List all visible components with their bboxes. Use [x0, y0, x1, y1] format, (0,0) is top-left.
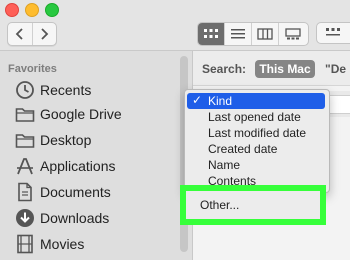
sidebar-item-label: Documents [40, 184, 111, 200]
highlighted-other-option: Other... [180, 185, 326, 225]
sidebar-item-label: Applications [40, 158, 116, 174]
clock-icon [14, 80, 36, 100]
gallery-view-button[interactable] [279, 23, 306, 45]
group-by-button[interactable] [316, 22, 350, 44]
icon-view-icon [204, 29, 218, 38]
checkmark-icon: ✓ [192, 93, 203, 107]
menu-item-label: Created date [208, 142, 278, 156]
chevron-left-icon [15, 28, 23, 40]
menu-item-label: Last opened date [208, 110, 301, 124]
sidebar-item-documents[interactable]: Documents [0, 180, 182, 204]
navigation-buttons [7, 22, 57, 46]
menu-item-name[interactable]: Name [187, 157, 325, 173]
menu-item-label: Last modified date [208, 126, 307, 140]
this-mac-scope-button[interactable]: This Mac [255, 60, 315, 78]
sidebar: Favorites Recents Google Drive Desktop A… [0, 51, 193, 260]
folder-scope-button[interactable]: "De [325, 62, 346, 76]
sidebar-item-recents[interactable]: Recents [0, 78, 182, 102]
close-window-button[interactable] [5, 3, 19, 17]
sidebar-item-label: Movies [40, 236, 85, 252]
sidebar-item-downloads[interactable]: Downloads [0, 206, 182, 230]
document-icon [14, 182, 36, 202]
icon-view-button[interactable] [198, 23, 225, 45]
folder-icon [14, 130, 36, 150]
group-by-icon [326, 28, 340, 36]
search-scope-label: Search: [202, 62, 247, 76]
chevron-right-icon [41, 28, 49, 40]
sidebar-item-movies[interactable]: Movies [0, 232, 182, 256]
sidebar-item-desktop[interactable]: Desktop [0, 128, 182, 152]
menu-item-label: Name [208, 158, 241, 172]
sidebar-item-label: Google Drive [40, 106, 122, 122]
sidebar-item-label: Recents [40, 82, 92, 98]
forward-button[interactable] [32, 23, 56, 45]
applications-icon [14, 156, 36, 176]
menu-item-other[interactable]: Other... [200, 198, 239, 212]
gallery-view-icon [284, 28, 301, 40]
view-mode-control [197, 22, 309, 46]
sidebar-item-google-drive[interactable]: Google Drive [0, 102, 182, 126]
sidebar-item-label: Desktop [40, 132, 92, 148]
menu-item-last-modified-date[interactable]: Last modified date [187, 125, 325, 141]
column-view-button[interactable] [252, 23, 279, 45]
minimize-window-button[interactable] [25, 3, 39, 17]
zoom-window-button[interactable] [45, 3, 59, 17]
list-view-button[interactable] [225, 23, 252, 45]
menu-item-kind[interactable]: ✓ Kind [187, 93, 325, 109]
menu-item-created-date[interactable]: Created date [187, 141, 325, 157]
window-toolbar [0, 0, 350, 51]
menu-item-label: Kind [208, 94, 233, 108]
download-icon [14, 208, 36, 228]
sidebar-item-label: Downloads [40, 210, 110, 226]
back-button[interactable] [8, 23, 33, 45]
search-attribute-menu: ✓ Kind Last opened date Last modified da… [184, 89, 330, 193]
list-view-icon [231, 29, 245, 39]
column-view-icon [257, 28, 273, 40]
search-scope-bar: Search: This Mac "De [193, 51, 350, 86]
menu-item-last-opened-date[interactable]: Last opened date [187, 109, 325, 125]
sidebar-item-applications[interactable]: Applications [0, 154, 182, 178]
film-icon [14, 234, 36, 254]
folder-icon [14, 104, 36, 124]
sidebar-heading: Favorites [8, 63, 57, 75]
